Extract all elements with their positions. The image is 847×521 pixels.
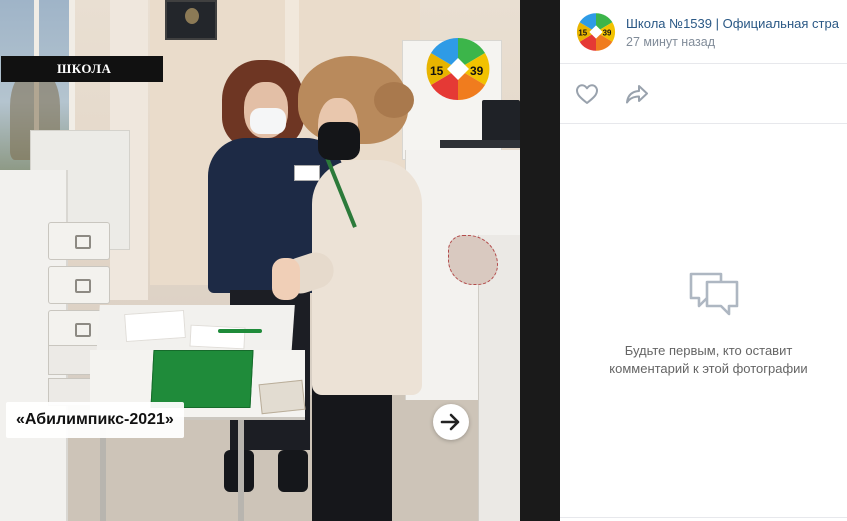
photo-viewer[interactable]: ШКОЛА 15 39 «Абилимпикс-2021» [0,0,520,521]
packet [258,379,306,415]
heart-outline-icon [576,84,598,104]
post-side-panel: 15 39 Школа №1539 | Официальная стра 27 … [560,0,847,521]
divider [560,517,847,518]
logo-right-number: 39 [470,64,484,78]
next-photo-button[interactable] [433,404,469,440]
logo-left-number: 15 [430,64,444,78]
avatar-right-number: 39 [603,29,612,38]
speech-bubbles-icon [689,272,739,316]
school-logo-icon: 15 39 [576,12,616,52]
student-hair-bun [374,82,414,118]
post-time[interactable]: 27 минут назад [626,35,715,49]
post-actions [560,64,847,124]
comments-empty-text: Будьте первым, кто оставит комментарий к… [580,342,837,378]
laptop-base [440,140,520,148]
avatar-left-number: 15 [578,29,587,38]
group-avatar[interactable]: 15 39 [576,12,616,52]
student-mask [318,122,360,160]
teacher-mask [250,108,286,134]
comments-empty-line1: Будьте первым, кто оставит [624,343,793,358]
like-button[interactable] [573,81,601,107]
school-logo: 15 39 [426,37,490,101]
pen [218,329,262,333]
post-header: 15 39 Школа №1539 | Официальная стра 27 … [560,0,847,64]
table-leg [238,420,244,521]
comments-empty-state: Будьте первым, кто оставит комментарий к… [560,125,847,521]
share-button[interactable] [623,81,651,107]
student-hand [272,258,300,300]
school-label: ШКОЛА [1,56,163,82]
share-arrow-icon [626,85,648,104]
group-name-link[interactable]: Школа №1539 | Официальная стра [626,16,847,34]
student-legs [312,385,392,521]
arrow-right-icon [440,413,460,431]
wall-picture [165,0,217,40]
laptop-screen [482,100,520,145]
comments-empty-line2: комментарий к этой фотографии [609,361,808,376]
shoe [278,450,308,492]
green-folder [150,350,254,408]
paper [124,309,186,343]
viewer-separator [520,0,560,521]
event-label: «Абилимпикс-2021» [6,402,184,438]
name-badge [294,165,320,181]
